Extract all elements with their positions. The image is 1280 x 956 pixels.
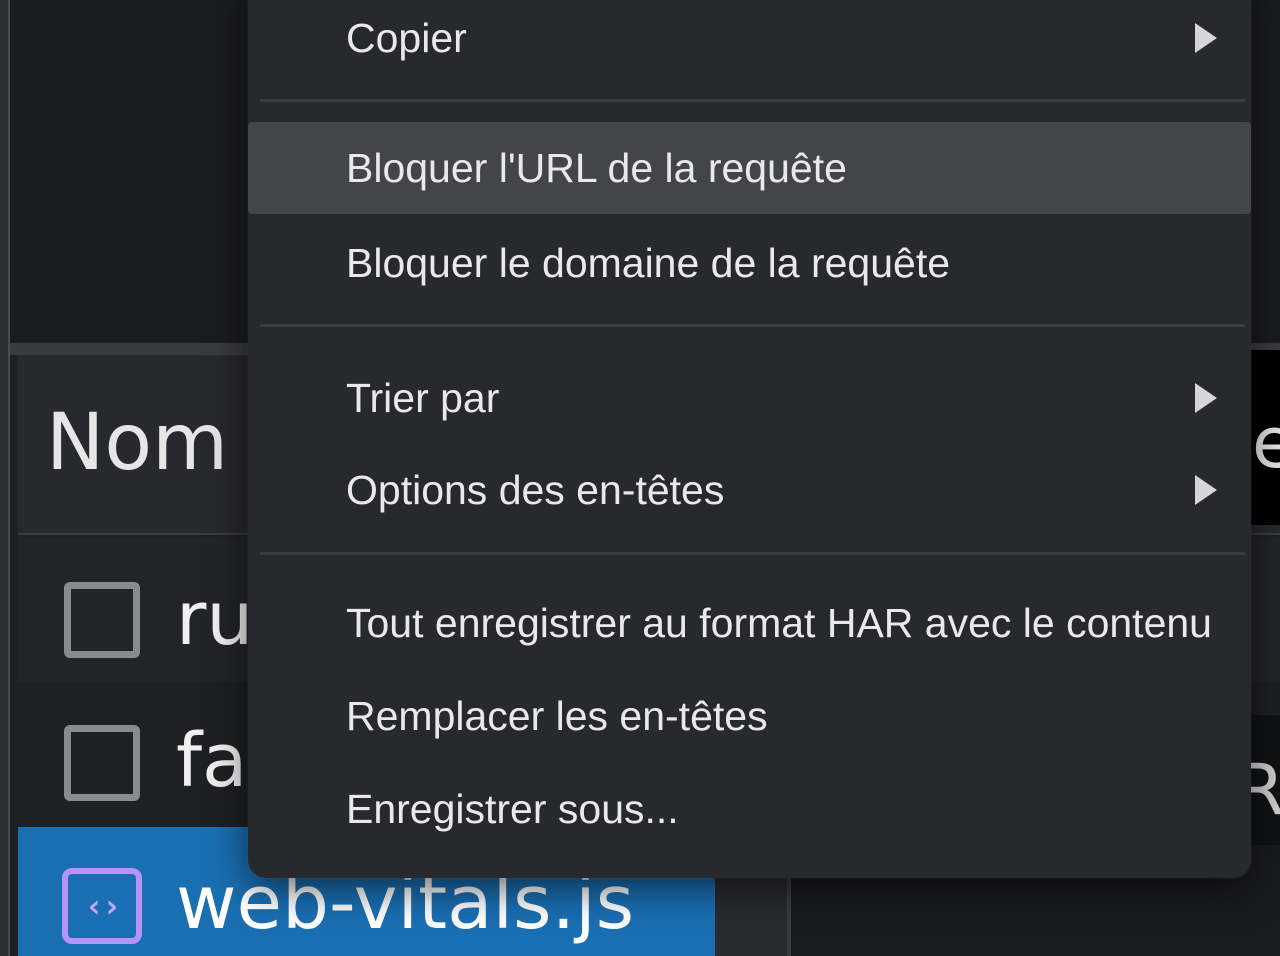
code-file-icon: ‹› [62,868,142,944]
menu-item-save-as[interactable]: Enregistrer sous... [248,763,1251,855]
menu-separator [260,552,1245,555]
submenu-arrow-icon [1195,475,1217,505]
menu-item-save-all-har[interactable]: Tout enregistrer au format HAR avec le c… [248,577,1251,669]
menu-item-label: Bloquer le domaine de la requête [346,239,951,286]
window-left-border [0,0,10,956]
menu-item-copier[interactable]: Copier [248,0,1251,84]
menu-item-block-url[interactable]: Bloquer l'URL de la requête [248,122,1251,214]
request-type-checkbox-icon [64,582,140,658]
request-type-checkbox-icon [64,725,140,801]
menu-separator [260,324,1245,327]
menu-item-override-headers[interactable]: Remplacer les en-têtes [248,670,1251,762]
context-menu: Copier Bloquer l'URL de la requête Bloqu… [248,0,1251,878]
menu-item-label: Trier par [346,374,500,421]
menu-item-label: Tout enregistrer au format HAR avec le c… [346,599,1212,646]
request-name[interactable]: fa [176,724,247,798]
menu-separator [260,99,1245,102]
code-file-icon-glyph: ‹› [84,887,122,925]
column-header-name[interactable]: Nom [46,404,228,482]
menu-item-sort-by[interactable]: Trier par [248,352,1251,444]
menu-item-label: Bloquer l'URL de la requête [346,144,847,191]
menu-item-label: Copier [346,14,467,61]
menu-item-label: Enregistrer sous... [346,785,679,832]
column-header-partial-text: e [1252,408,1280,478]
request-name[interactable]: ru [176,582,253,656]
submenu-arrow-icon [1195,383,1217,413]
menu-item-block-domain[interactable]: Bloquer le domaine de la requête [248,217,1251,309]
submenu-arrow-icon [1195,23,1217,53]
menu-item-label: Options des en-têtes [346,466,725,513]
menu-item-label: Remplacer les en-têtes [346,692,768,739]
menu-item-header-options[interactable]: Options des en-têtes [248,444,1251,536]
